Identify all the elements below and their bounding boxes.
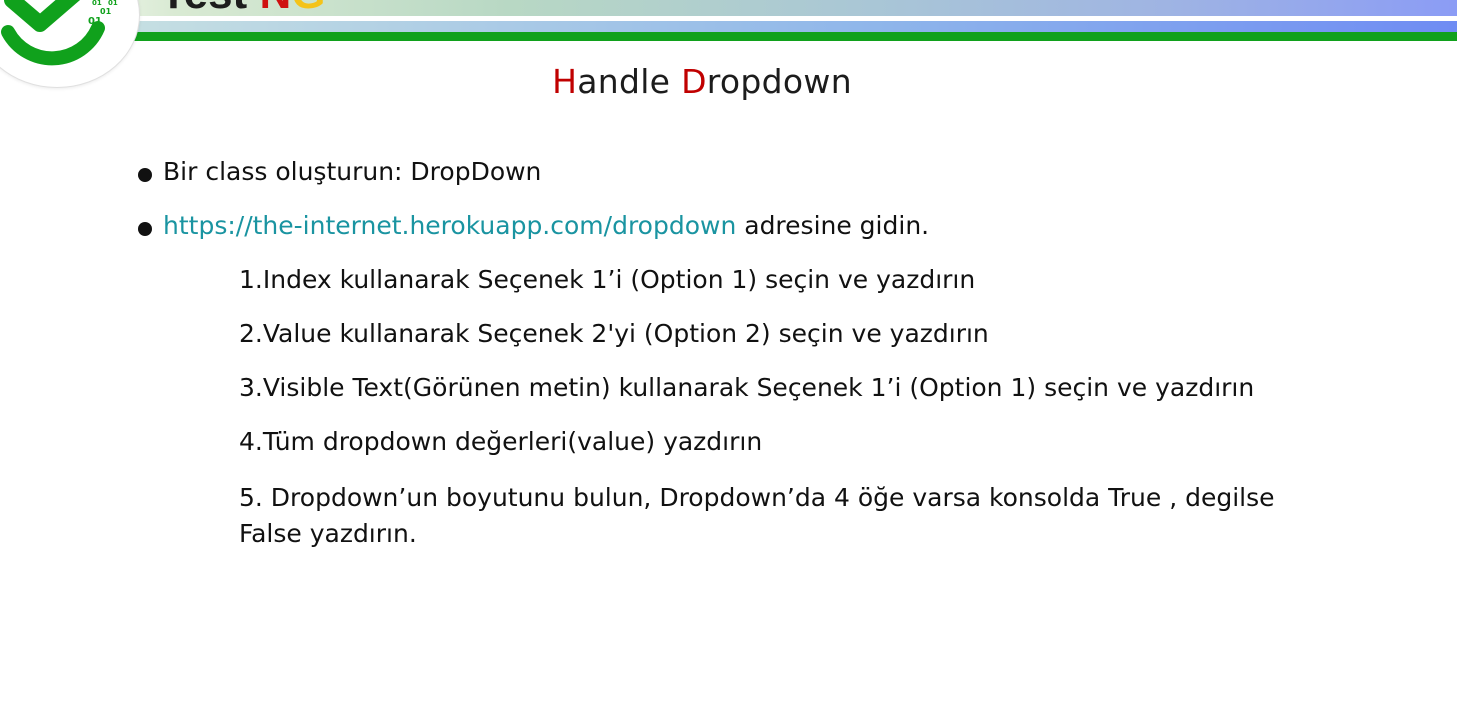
- logo-digit-3: 01: [100, 7, 112, 16]
- brand-title-text: Test: [160, 0, 259, 18]
- bullet-dot-icon: [138, 222, 152, 236]
- header-divider-blue: [0, 21, 1457, 32]
- step-item: 2.Value kullanarak Seçenek 2'yi (Option …: [239, 319, 989, 348]
- title-word-1: andle: [577, 62, 682, 101]
- brand-title: Test NG: [160, 0, 325, 16]
- title-initial-h: H: [552, 62, 578, 101]
- bullet-item: https://the-internet.herokuapp.com/dropd…: [138, 210, 1338, 242]
- logo-digit-1: 01: [92, 0, 102, 7]
- bullet-text: Bir class oluşturun: DropDown: [163, 157, 542, 186]
- step-item: 5. Dropdown’un boyutunu bulun, Dropdown’…: [239, 483, 1275, 548]
- logo-digit-4: 01: [88, 16, 102, 27]
- step-item: 3.Visible Text(Görünen metin) kullanarak…: [239, 373, 1255, 402]
- bullet-text: adresine gidin.: [736, 211, 930, 240]
- brand-title-accent-n: N: [259, 0, 291, 18]
- step-item: 4.Tüm dropdown değerleri(value) yazdırın: [239, 427, 763, 456]
- bullet-dot-icon: [138, 168, 152, 182]
- slide-content: Bir class oluşturun: DropDown https://th…: [138, 156, 1338, 574]
- bullet-item: Bir class oluşturun: DropDown: [138, 156, 1338, 188]
- step-item: 1.Index kullanarak Seçenek 1’i (Option 1…: [239, 265, 976, 294]
- title-initial-d: D: [681, 62, 707, 101]
- dropdown-url-link[interactable]: https://the-internet.herokuapp.com/dropd…: [163, 211, 736, 240]
- title-word-2: ropdown: [706, 62, 852, 101]
- header-divider-green: [0, 32, 1457, 41]
- brand-title-accent-g: G: [291, 0, 325, 18]
- slide: Test NG 01 01 01 01 Handle Dropdown Bir …: [0, 0, 1457, 709]
- logo-digit-2: 01: [108, 0, 118, 7]
- slide-title: Handle Dropdown: [0, 62, 1404, 101]
